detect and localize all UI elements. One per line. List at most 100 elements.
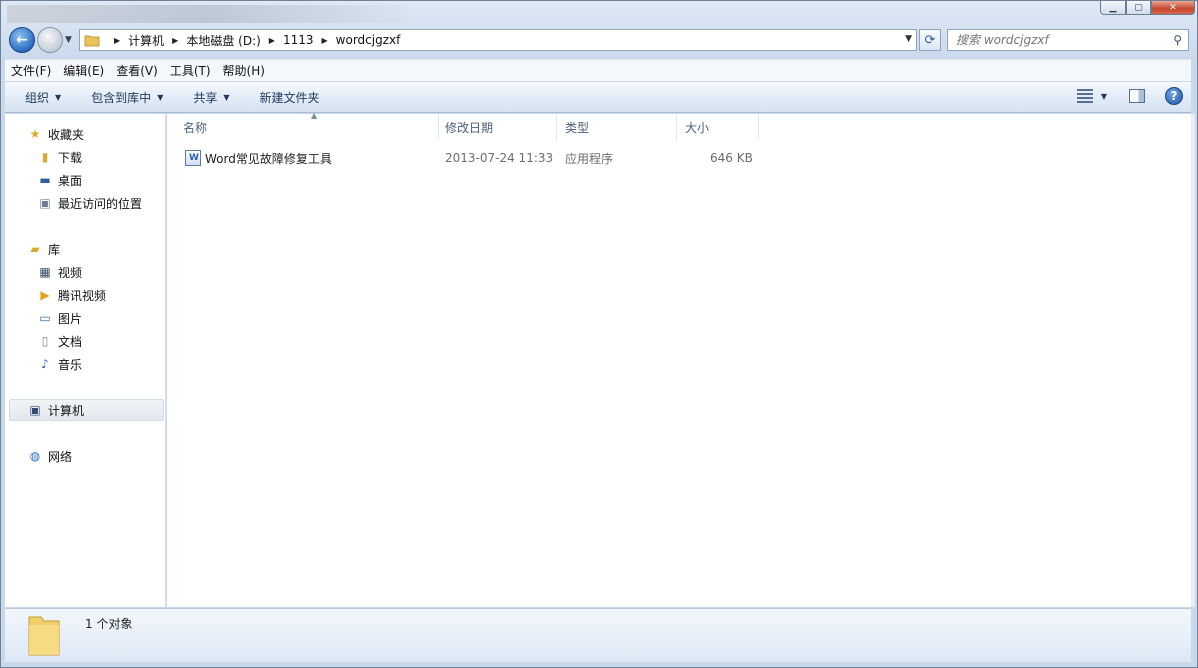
recent-places-icon: ▣ xyxy=(39,196,51,210)
chevron-down-icon: ▼ xyxy=(55,92,62,102)
forward-button[interactable]: → xyxy=(37,27,63,53)
new-folder-button[interactable]: 新建文件夹 xyxy=(242,89,332,106)
column-header-label: 大小 xyxy=(685,120,710,135)
network-icon: ◍ xyxy=(29,449,41,463)
sidebar-item-desktop[interactable]: ▬ 桌面 xyxy=(37,170,82,190)
breadcrumb-1113[interactable]: 1113 xyxy=(283,33,314,47)
folder-icon xyxy=(84,35,100,47)
navigation-pane: ★ 收藏夹 ▮ 下载 ▬ 桌面 ▣ 最近访问的位置 ▰ 库 ▦ 视频 ▶ 腾讯视… xyxy=(5,114,166,607)
search-box[interactable]: ⚲ xyxy=(947,29,1189,51)
sidebar-computer[interactable]: ▣ 计算机 xyxy=(27,400,84,420)
sidebar-item-pictures[interactable]: ▭ 图片 xyxy=(37,308,82,328)
new-folder-label: 新建文件夹 xyxy=(259,90,320,105)
chevron-down-icon: ▼ xyxy=(223,92,230,102)
folder-icon xyxy=(28,616,60,656)
breadcrumb-computer[interactable]: 计算机 xyxy=(128,32,164,49)
file-list: 名称 ▲ 修改日期 类型 大小 Word常见故障修复工具 2013-07-24 … xyxy=(167,111,1191,607)
sidebar-network-label: 网络 xyxy=(48,449,73,464)
sidebar-item-music[interactable]: ♪ 音乐 xyxy=(37,354,82,374)
organize-button[interactable]: 组织 ▼ xyxy=(5,89,73,106)
sidebar-computer-label: 计算机 xyxy=(48,403,85,418)
sidebar-item-label: 视频 xyxy=(58,265,83,280)
include-library-button[interactable]: 包含到库中 ▼ xyxy=(73,89,175,106)
column-header-date[interactable]: 修改日期 xyxy=(437,114,557,140)
share-button[interactable]: 共享 ▼ xyxy=(175,89,241,106)
item-count: 1 个对象 xyxy=(85,617,133,631)
breadcrumb-drive-d[interactable]: 本地磁盘 (D:) xyxy=(186,32,260,49)
document-icon: ▯ xyxy=(41,334,49,348)
close-button[interactable]: ✕ xyxy=(1151,1,1195,15)
column-header-label: 修改日期 xyxy=(445,120,494,135)
star-icon: ★ xyxy=(29,127,41,141)
chevron-right-icon[interactable]: ▶ xyxy=(269,36,275,45)
sidebar-libraries[interactable]: ▰ 库 xyxy=(27,239,60,259)
menu-bar: 文件(F) 编辑(E) 查看(V) 工具(T) 帮助(H) xyxy=(5,59,1191,81)
view-dropdown-icon[interactable]: ▼ xyxy=(1101,92,1107,101)
file-size: 646 KB xyxy=(710,151,753,165)
sidebar-item-videos[interactable]: ▦ 视频 xyxy=(37,262,82,282)
recent-pages-dropdown-icon[interactable]: ▼ xyxy=(65,35,72,45)
details-pane: 1 个对象 xyxy=(5,608,1191,662)
back-button[interactable]: ← xyxy=(9,27,35,53)
menu-tools[interactable]: 工具(T) xyxy=(164,62,217,79)
pane-edge xyxy=(1191,114,1195,607)
column-header-label: 类型 xyxy=(565,120,590,135)
sidebar-item-label: 腾讯视频 xyxy=(58,288,107,303)
include-library-label: 包含到库中 xyxy=(91,90,152,105)
search-icon[interactable]: ⚲ xyxy=(1173,33,1182,47)
column-header-name[interactable]: 名称 ▲ xyxy=(175,111,439,140)
refresh-button[interactable]: ⟳ xyxy=(919,29,941,51)
computer-icon: ▣ xyxy=(29,403,41,417)
window-controls: ▁ ▢ ✕ xyxy=(1100,1,1195,15)
column-header-size[interactable]: 大小 xyxy=(677,114,759,140)
sidebar-item-label: 图片 xyxy=(58,311,83,326)
organize-label: 组织 xyxy=(25,90,50,105)
chevron-right-icon[interactable]: ▶ xyxy=(172,36,178,45)
help-icon[interactable]: ? xyxy=(1165,87,1183,105)
sidebar-item-label: 最近访问的位置 xyxy=(58,196,143,211)
address-dropdown-icon[interactable]: ▼ xyxy=(905,34,912,44)
picture-icon: ▭ xyxy=(39,311,51,325)
sidebar-libraries-label: 库 xyxy=(48,242,61,257)
sidebar-favorites-label: 收藏夹 xyxy=(48,127,85,142)
maximize-button[interactable]: ▢ xyxy=(1126,1,1151,15)
download-folder-icon: ▮ xyxy=(41,150,49,164)
video-icon: ▦ xyxy=(39,265,51,279)
command-bar: 组织 ▼ 包含到库中 ▼ 共享 ▼ 新建文件夹 ▼ ? xyxy=(5,82,1191,113)
breadcrumb: ▶ 计算机 ▶ 本地磁盘 (D:) ▶ 1113 ▶ wordcjgzxf xyxy=(106,32,400,49)
sidebar-item-downloads[interactable]: ▮ 下载 xyxy=(37,147,82,167)
menu-file[interactable]: 文件(F) xyxy=(5,62,57,79)
menu-view[interactable]: 查看(V) xyxy=(110,62,164,79)
sidebar-network[interactable]: ◍ 网络 xyxy=(27,446,72,466)
tencent-video-icon: ▶ xyxy=(40,288,50,302)
title-bar: ▁ ▢ ✕ xyxy=(1,1,1197,27)
desktop-icon: ▬ xyxy=(39,173,51,187)
application-icon xyxy=(185,150,201,166)
menu-edit[interactable]: 编辑(E) xyxy=(57,62,110,79)
breadcrumb-wordcjgzxf[interactable]: wordcjgzxf xyxy=(336,33,401,47)
view-list-icon[interactable] xyxy=(1076,89,1093,103)
minimize-button[interactable]: ▁ xyxy=(1100,1,1126,15)
search-input[interactable] xyxy=(956,33,1156,47)
file-date: 2013-07-24 11:33 xyxy=(445,151,554,165)
sidebar-item-documents[interactable]: ▯ 文档 xyxy=(37,331,82,351)
preview-pane-icon[interactable] xyxy=(1129,89,1145,103)
chevron-right-icon[interactable]: ▶ xyxy=(114,36,120,45)
sidebar-item-label: 下载 xyxy=(58,150,83,165)
chevron-down-icon: ▼ xyxy=(157,92,164,102)
sidebar-item-label: 音乐 xyxy=(58,357,83,372)
file-row[interactable]: Word常见故障修复工具 2013-07-24 11:33 应用程序 646 K… xyxy=(179,148,779,168)
sidebar-item-label: 桌面 xyxy=(58,173,83,188)
sidebar-item-recent[interactable]: ▣ 最近访问的位置 xyxy=(37,193,142,213)
column-header-type[interactable]: 类型 xyxy=(557,114,677,140)
chevron-right-icon[interactable]: ▶ xyxy=(322,36,328,45)
sidebar-favorites[interactable]: ★ 收藏夹 xyxy=(27,124,84,144)
sidebar-item-label: 文档 xyxy=(58,334,83,349)
column-header-label: 名称 xyxy=(183,120,208,135)
menu-help[interactable]: 帮助(H) xyxy=(217,62,271,79)
sidebar-item-tencent-video[interactable]: ▶ 腾讯视频 xyxy=(37,285,106,305)
file-type: 应用程序 xyxy=(565,151,614,166)
command-bar-right: ▼ ? xyxy=(1076,87,1183,105)
address-bar[interactable]: ▶ 计算机 ▶ 本地磁盘 (D:) ▶ 1113 ▶ wordcjgzxf ▼ xyxy=(79,29,917,51)
blurred-title xyxy=(7,5,407,23)
